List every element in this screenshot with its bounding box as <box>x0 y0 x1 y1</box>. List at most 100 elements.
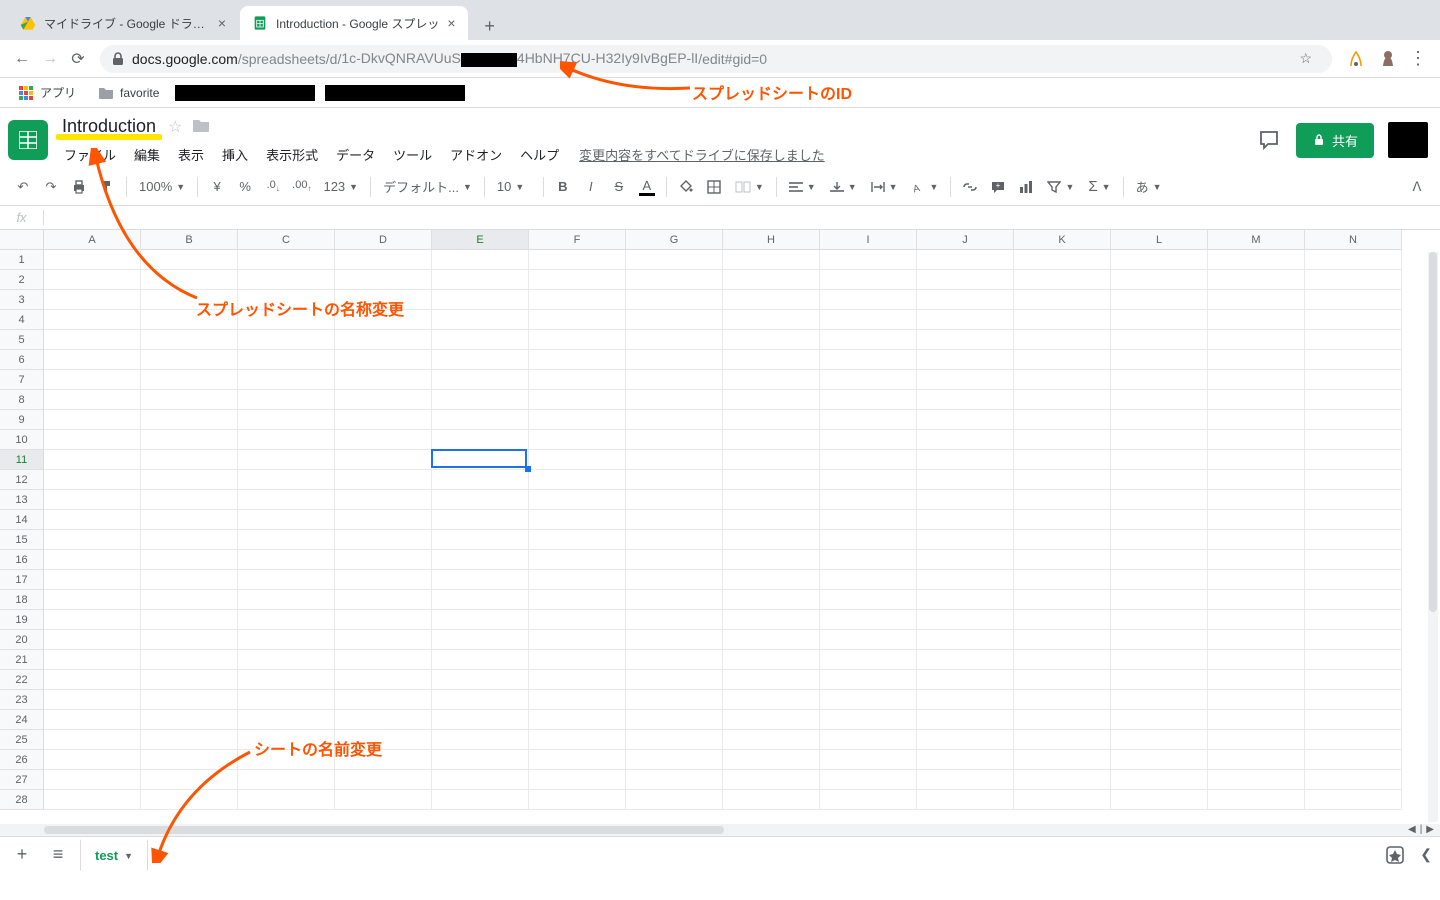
row-header[interactable]: 14 <box>0 510 44 530</box>
cell[interactable] <box>917 730 1014 750</box>
cell[interactable] <box>1208 670 1305 690</box>
cell[interactable] <box>238 490 335 510</box>
row-header[interactable]: 16 <box>0 550 44 570</box>
cell[interactable] <box>529 270 626 290</box>
col-header[interactable]: E <box>432 230 529 250</box>
menu-view[interactable]: 表示 <box>170 141 212 168</box>
cell[interactable] <box>1305 270 1402 290</box>
cell[interactable] <box>335 550 432 570</box>
cell[interactable] <box>141 410 238 430</box>
cell[interactable] <box>432 650 529 670</box>
cell[interactable] <box>723 250 820 270</box>
cell[interactable] <box>335 570 432 590</box>
cell[interactable] <box>1208 750 1305 770</box>
wrap-button[interactable]: ▼ <box>865 181 904 193</box>
cell[interactable] <box>238 330 335 350</box>
menu-addons[interactable]: アドオン <box>442 141 510 168</box>
cell[interactable] <box>238 310 335 330</box>
cell[interactable] <box>1111 250 1208 270</box>
cell[interactable] <box>529 390 626 410</box>
cell[interactable] <box>1014 530 1111 550</box>
cell[interactable] <box>626 250 723 270</box>
cell[interactable] <box>917 610 1014 630</box>
cell[interactable] <box>1111 430 1208 450</box>
cell[interactable] <box>238 390 335 410</box>
cell[interactable] <box>335 390 432 410</box>
cell[interactable] <box>238 430 335 450</box>
cell[interactable] <box>1208 330 1305 350</box>
cell[interactable] <box>917 530 1014 550</box>
cell[interactable] <box>917 270 1014 290</box>
cell[interactable] <box>626 330 723 350</box>
cell[interactable] <box>141 350 238 370</box>
cell[interactable] <box>1111 590 1208 610</box>
col-header[interactable]: G <box>626 230 723 250</box>
italic-button[interactable]: I <box>578 174 604 200</box>
cell[interactable] <box>820 510 917 530</box>
cell[interactable] <box>1111 530 1208 550</box>
cell[interactable] <box>1305 730 1402 750</box>
cell[interactable] <box>432 350 529 370</box>
cell[interactable] <box>141 290 238 310</box>
cell[interactable] <box>1014 450 1111 470</box>
cell[interactable] <box>1208 770 1305 790</box>
cell[interactable] <box>723 370 820 390</box>
cell[interactable] <box>44 490 141 510</box>
scroll-right-icon[interactable]: ▶ <box>1426 824 1434 835</box>
cell[interactable] <box>529 530 626 550</box>
row-header[interactable]: 25 <box>0 730 44 750</box>
cell[interactable] <box>1014 490 1111 510</box>
cell[interactable] <box>238 530 335 550</box>
cell[interactable] <box>626 610 723 630</box>
cell[interactable] <box>44 350 141 370</box>
cell[interactable] <box>335 430 432 450</box>
cell[interactable] <box>1305 770 1402 790</box>
cell[interactable] <box>1014 410 1111 430</box>
cell[interactable] <box>238 730 335 750</box>
cell[interactable] <box>723 490 820 510</box>
cell[interactable] <box>820 590 917 610</box>
cell[interactable] <box>820 690 917 710</box>
cell[interactable] <box>917 790 1014 810</box>
cell[interactable] <box>335 750 432 770</box>
cell[interactable] <box>529 570 626 590</box>
cell[interactable] <box>723 590 820 610</box>
cell[interactable] <box>44 550 141 570</box>
cell[interactable] <box>626 530 723 550</box>
cell[interactable] <box>141 690 238 710</box>
cell[interactable] <box>238 750 335 770</box>
profile-avatar[interactable] <box>1376 47 1400 71</box>
fill-handle[interactable] <box>525 466 531 472</box>
cell[interactable] <box>626 390 723 410</box>
cell[interactable] <box>1014 270 1111 290</box>
filter-button[interactable]: ▼ <box>1041 181 1080 193</box>
cell[interactable] <box>917 350 1014 370</box>
cell[interactable] <box>529 730 626 750</box>
cell[interactable] <box>1014 550 1111 570</box>
cell[interactable] <box>432 730 529 750</box>
row-header[interactable]: 11 <box>0 450 44 470</box>
paint-format-button[interactable] <box>94 174 120 200</box>
bookmark-favorite[interactable]: favorite <box>92 81 165 105</box>
cell[interactable] <box>529 550 626 570</box>
row-header[interactable]: 6 <box>0 350 44 370</box>
cell[interactable] <box>917 710 1014 730</box>
cell[interactable] <box>723 350 820 370</box>
cell[interactable] <box>529 450 626 470</box>
cell[interactable] <box>1014 390 1111 410</box>
cell[interactable] <box>917 570 1014 590</box>
cell[interactable] <box>141 370 238 390</box>
explore-button[interactable] <box>1384 844 1406 866</box>
col-header[interactable]: D <box>335 230 432 250</box>
col-header[interactable]: B <box>141 230 238 250</box>
cell[interactable] <box>626 370 723 390</box>
cell[interactable] <box>238 670 335 690</box>
cell[interactable] <box>1014 330 1111 350</box>
cell[interactable] <box>723 630 820 650</box>
cell[interactable] <box>44 610 141 630</box>
row-header[interactable]: 27 <box>0 770 44 790</box>
col-header[interactable]: F <box>529 230 626 250</box>
cell[interactable] <box>529 750 626 770</box>
cell[interactable] <box>335 370 432 390</box>
cell[interactable] <box>820 370 917 390</box>
